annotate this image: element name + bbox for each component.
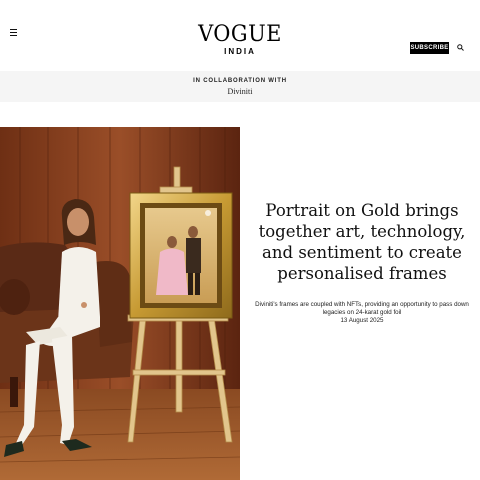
hero-image <box>0 127 240 480</box>
collaboration-band: IN COLLABORATION WITH Diviniti <box>0 71 480 102</box>
article-date: 13 August 2025 <box>340 317 384 324</box>
hero-photo-illustration <box>0 127 240 480</box>
site-header: VOGUE INDIA SUBSCRIBE <box>0 0 480 71</box>
logo-edition: INDIA <box>224 47 256 56</box>
search-icon[interactable] <box>457 44 464 51</box>
collaboration-partner[interactable]: Diviniti <box>0 86 480 97</box>
article-headline[interactable]: Portrait on Gold brings together art, te… <box>252 200 472 284</box>
logo-wordmark: VOGUE <box>198 22 282 47</box>
article-dek: Diviniti's frames are coupled with NFTs,… <box>255 301 469 316</box>
vogue-india-logo[interactable]: VOGUE INDIA <box>190 24 290 57</box>
subscribe-button[interactable]: SUBSCRIBE <box>410 42 449 54</box>
article-summary[interactable]: Portrait on Gold brings together art, te… <box>252 200 472 325</box>
collaboration-label: IN COLLABORATION WITH <box>193 78 287 84</box>
hamburger-menu-icon[interactable] <box>10 29 18 37</box>
